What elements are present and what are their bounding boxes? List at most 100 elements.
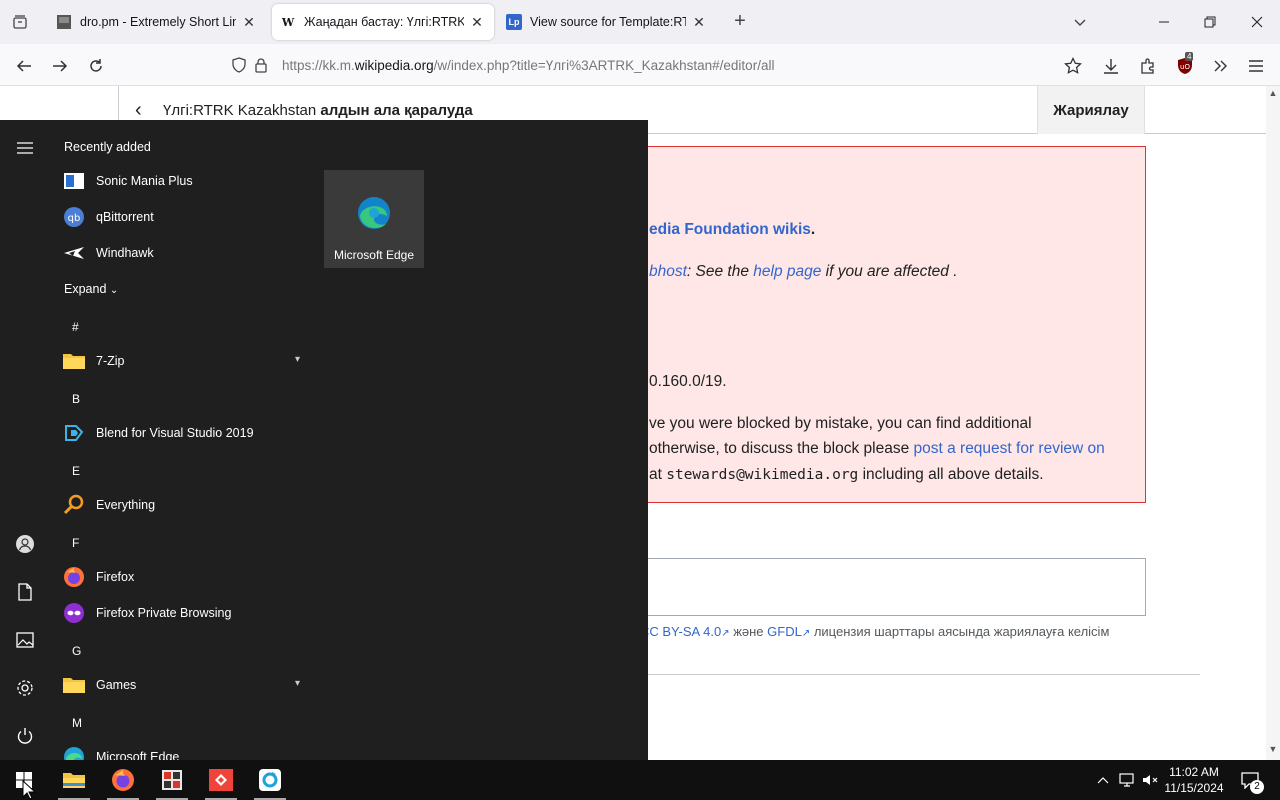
lock-icon[interactable] (250, 57, 272, 73)
error-line-6: at stewards@wikimedia.org including all … (649, 466, 1044, 484)
wikis-link[interactable]: edia Foundation wikis (649, 221, 811, 238)
pictures-icon[interactable] (12, 627, 38, 653)
scroll-up-icon[interactable]: ▲ (1266, 88, 1280, 102)
chevron-down-icon[interactable] (1070, 12, 1090, 32)
letter-header-hash[interactable]: # (72, 320, 79, 334)
page-scrollbar[interactable]: ▲ ▼ (1266, 86, 1280, 760)
app-label: Everything (96, 498, 156, 512)
url-prefix: https://kk.m. (282, 57, 355, 73)
overflow-chevrons-icon[interactable] (1206, 52, 1234, 80)
close-tab-icon[interactable]: ✕ (240, 13, 258, 31)
error-text: at (649, 466, 667, 483)
volume-muted-icon[interactable] (1140, 760, 1160, 800)
network-icon[interactable] (1116, 760, 1138, 800)
error-line-4: ve you were blocked by mistake, you can … (649, 415, 1032, 432)
tab-dro-pm[interactable]: dro.pm - Extremely Short Links ✕ (48, 4, 266, 40)
title-status: алдын ала қаралуда (320, 102, 473, 119)
list-all-tabs-button[interactable] (8, 10, 32, 34)
app-menu-icon[interactable] (1242, 52, 1270, 80)
everything-search-icon (62, 493, 86, 517)
windhawk-icon (62, 241, 86, 265)
power-icon[interactable] (12, 723, 38, 749)
minimize-button[interactable] (1150, 8, 1178, 36)
back-arrow-icon[interactable]: ‹ (135, 99, 142, 122)
app-7-zip[interactable]: 7-Zip ▾ (62, 344, 310, 378)
bookmark-star-icon[interactable] (1059, 52, 1087, 80)
expand-button[interactable]: Expand ⌄ (64, 282, 118, 296)
app-firefox-private-browsing[interactable]: Firefox Private Browsing (62, 596, 310, 630)
app-label: Sonic Mania Plus (96, 174, 193, 188)
clock-time: 11:02 AM (1169, 765, 1219, 779)
extensions-icon[interactable] (1134, 52, 1162, 80)
request-review-link[interactable]: post a request for review on (914, 440, 1105, 457)
notification-count-badge: 2 (1250, 780, 1264, 794)
taskbar-sync-app[interactable] (246, 760, 294, 800)
documents-icon[interactable] (12, 579, 38, 605)
sonic-mania-icon (62, 169, 86, 193)
pinned-tile-microsoft-edge[interactable]: Microsoft Edge (324, 170, 424, 268)
edge-icon (62, 745, 86, 760)
hamburger-menu-icon[interactable] (12, 135, 38, 161)
back-button[interactable] (10, 52, 38, 80)
app-label: Games (96, 678, 137, 692)
gfdl-link[interactable]: GFDL (767, 624, 802, 639)
url-bar[interactable]: https://kk.m.wikipedia.org/w/index.php?t… (228, 50, 1058, 80)
forward-button[interactable] (46, 52, 74, 80)
show-hidden-icons-chevron-up-icon[interactable] (1094, 760, 1112, 800)
chevron-down-icon: ▾ (294, 678, 300, 689)
firefox-icon (112, 769, 134, 791)
ublock-origin-icon[interactable]: uO 4 (1171, 52, 1199, 80)
url-text[interactable]: https://kk.m.wikipedia.org/w/index.php?t… (282, 58, 774, 73)
chevron-down-icon: ⌄ (109, 285, 119, 296)
app-games[interactable]: Games ▾ (62, 668, 310, 702)
reload-button[interactable] (82, 52, 110, 80)
app-everything[interactable]: Everything (62, 488, 310, 522)
letter-header-f[interactable]: F (72, 536, 79, 550)
letter-header-e[interactable]: E (72, 464, 80, 478)
app-windhawk[interactable]: Windhawk (62, 236, 310, 270)
page-title: Үлгі:RTRK Kazakhstan алдын ала қаралуда (163, 102, 473, 119)
close-tab-icon[interactable]: ✕ (690, 13, 708, 31)
taskbar-app-store[interactable] (148, 760, 196, 800)
app-qbittorrent[interactable]: qb qBittorrent (62, 200, 310, 234)
external-link-icon: ↗ (721, 628, 730, 639)
taskbar-file-explorer[interactable] (50, 760, 98, 800)
new-tab-button[interactable]: + (728, 10, 752, 34)
tile-label: Microsoft Edge (333, 248, 415, 262)
taskbar-firefox[interactable] (99, 760, 147, 800)
cc-by-sa-link[interactable]: CC BY-SA 4.0 (640, 624, 721, 639)
close-window-button[interactable] (1243, 8, 1271, 36)
action-center-button[interactable]: 2 (1236, 760, 1264, 800)
user-account-icon[interactable] (12, 531, 38, 557)
letter-header-b[interactable]: B (72, 392, 80, 406)
scroll-down-icon[interactable]: ▼ (1266, 744, 1280, 758)
close-tab-icon[interactable]: ✕ (468, 13, 486, 31)
error-line-2: bhost: See the help page if you are affe… (649, 263, 958, 281)
blend-icon (62, 421, 86, 445)
app-firefox[interactable]: Firefox (62, 560, 310, 594)
taskbar-clock[interactable]: 11:02 AM 11/15/2024 (1158, 764, 1230, 796)
url-domain: wikipedia.org (354, 57, 434, 73)
publish-button[interactable]: Жариялау (1037, 86, 1145, 134)
settings-gear-icon[interactable] (12, 675, 38, 701)
letter-header-m[interactable]: M (72, 716, 82, 730)
restore-button[interactable] (1196, 8, 1224, 36)
app-sonic-mania-plus[interactable]: Sonic Mania Plus (62, 164, 310, 198)
chevron-down-icon: ▾ (294, 354, 300, 365)
tab-wikipedia[interactable]: W Жаңадан бастау: Үлгі:RTRK Kaz ✕ (272, 4, 494, 40)
app-label: qBittorrent (96, 210, 154, 224)
help-page-link[interactable]: help page (753, 263, 821, 280)
app-label: 7-Zip (96, 354, 125, 368)
app-microsoft-edge[interactable]: Microsoft Edge (62, 740, 310, 760)
downloads-icon[interactable] (1097, 52, 1125, 80)
start-menu: Recently added Sonic Mania Plus qb qBitt… (0, 120, 648, 760)
webhost-link[interactable]: bhost (649, 263, 687, 280)
app-blend-for-visual-studio[interactable]: Blend for Visual Studio 2019 (62, 416, 310, 450)
tab-title: Жаңадан бастау: Үлгі:RTRK Kaz (304, 15, 464, 29)
shield-icon[interactable] (228, 57, 250, 73)
stewards-email: stewards@wikimedia.org (666, 467, 859, 483)
taskbar-anydesk[interactable] (197, 760, 245, 800)
tab-view-source[interactable]: Lp View source for Template:RTRK ✕ (498, 4, 716, 40)
letter-header-g[interactable]: G (72, 644, 81, 658)
taskbar: 11:02 AM 11/15/2024 2 (0, 760, 1280, 800)
